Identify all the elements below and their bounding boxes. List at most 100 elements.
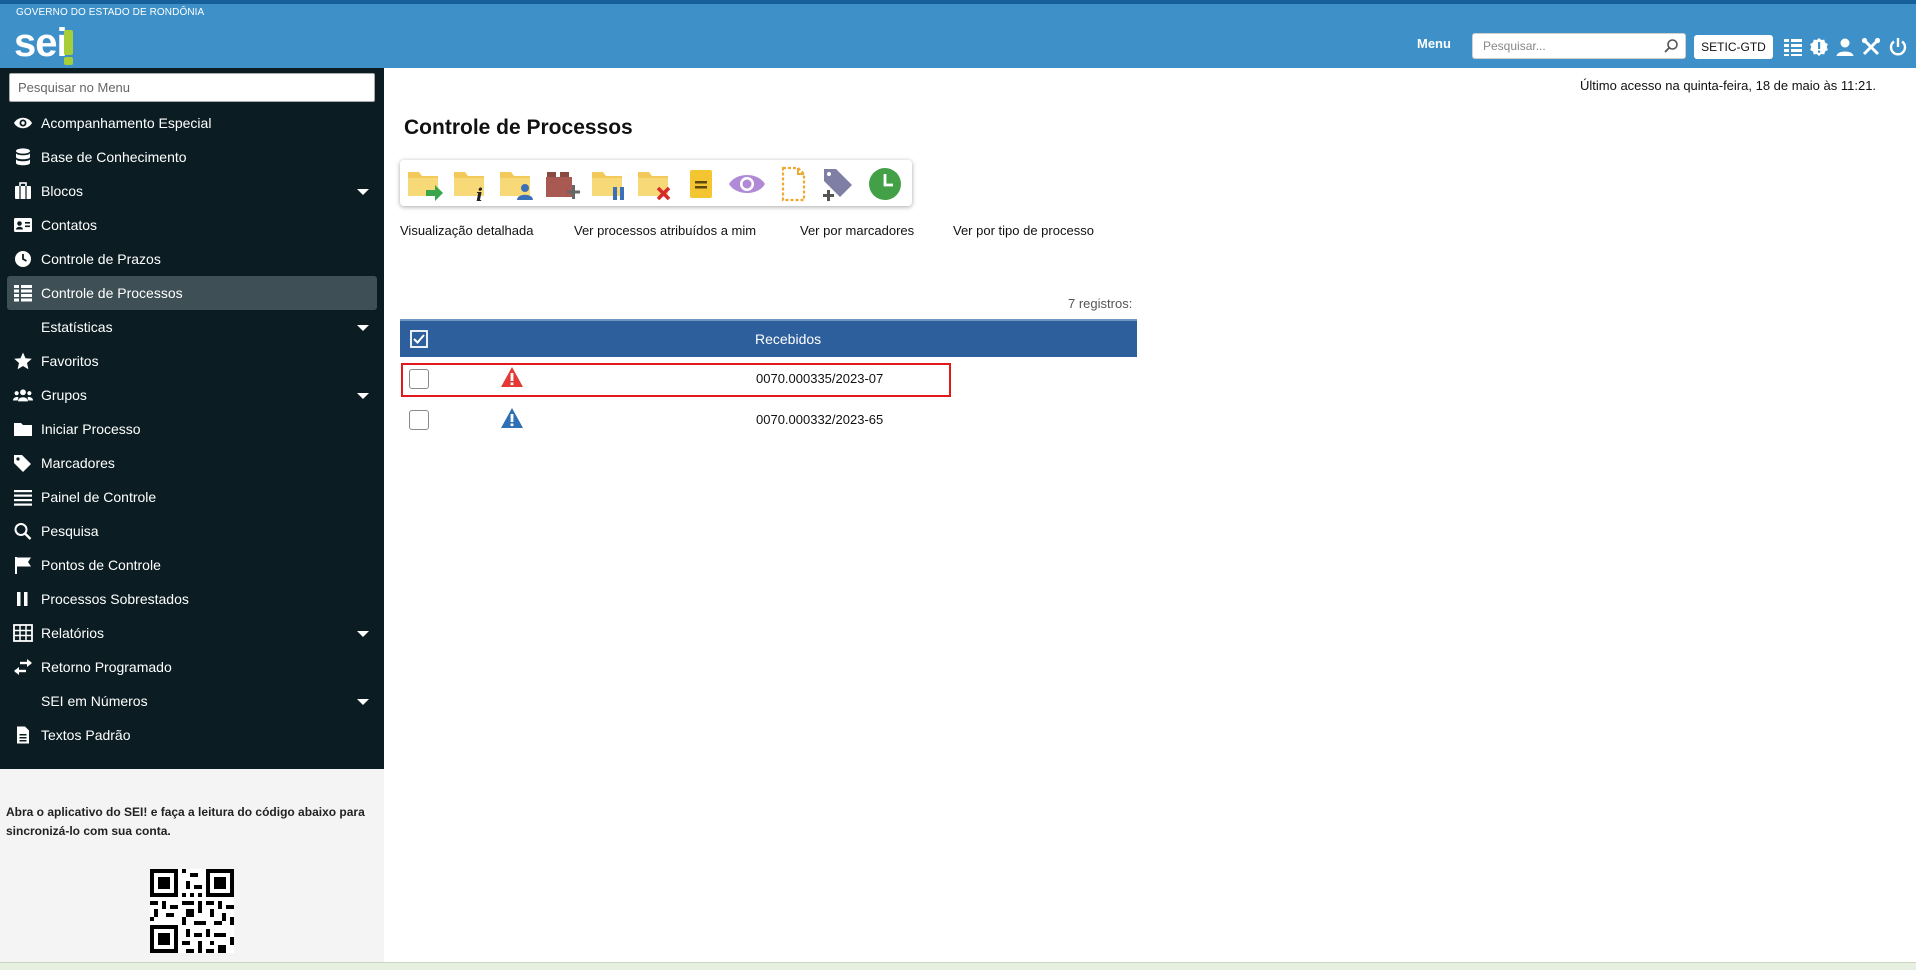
- header-search: [1472, 33, 1686, 59]
- sidebar-item-iniciar-processo[interactable]: Iniciar Processo: [7, 412, 377, 446]
- sidebar-item-label: Estatísticas: [41, 319, 113, 335]
- assigned-to-me-link[interactable]: Ver processos atribuídos a mim: [574, 223, 756, 238]
- sidebar-item-label: Textos Padrão: [41, 727, 131, 743]
- bottom-strip: [0, 962, 1916, 970]
- schedule-return-icon[interactable]: [866, 166, 904, 202]
- sidebar-menu: Acompanhamento Especial Base de Conhecim…: [7, 106, 377, 752]
- briefcase-icon: [15, 182, 31, 199]
- star-icon: [14, 352, 32, 370]
- sidebar-item-controle-de-prazos[interactable]: Controle de Prazos: [7, 242, 377, 276]
- by-markers-link[interactable]: Ver por marcadores: [800, 223, 914, 238]
- row-checkbox[interactable]: [409, 410, 429, 430]
- by-process-type-link[interactable]: Ver por tipo de processo: [953, 223, 1094, 238]
- contact-card-icon: [14, 218, 32, 232]
- sidebar-item-label: Painel de Controle: [41, 489, 157, 505]
- sidebar-item-pontos-de-controle[interactable]: Pontos de Controle: [7, 548, 377, 582]
- grid-icon[interactable]: [1783, 37, 1803, 57]
- process-info-icon[interactable]: i: [452, 166, 490, 202]
- unit-selector-button[interactable]: SETIC-GTD: [1694, 35, 1773, 59]
- search-icon: [14, 523, 32, 540]
- sidebar-item-favoritos[interactable]: Favoritos: [7, 344, 377, 378]
- assign-process-icon[interactable]: [498, 166, 536, 202]
- new-document-icon[interactable]: [774, 166, 812, 202]
- sidebar-item-label: Blocos: [41, 183, 84, 199]
- detailed-view-link[interactable]: Visualização detalhada: [400, 223, 533, 238]
- power-icon[interactable]: [1888, 37, 1908, 57]
- table-icon: [13, 624, 33, 642]
- sidebar-item-estatisticas[interactable]: Estatísticas: [7, 310, 377, 344]
- send-process-icon[interactable]: [406, 166, 444, 202]
- sidebar-item-controle-de-processos[interactable]: Controle de Processos: [7, 276, 377, 310]
- sidebar: Acompanhamento Especial Base de Conhecim…: [0, 68, 384, 769]
- menu-toggle[interactable]: Menu: [1417, 36, 1451, 51]
- sidebar-item-label: SEI em Números: [41, 693, 148, 709]
- sei-logo[interactable]: sei: [14, 21, 84, 66]
- sidebar-item-contatos[interactable]: Contatos: [7, 208, 377, 242]
- conclude-process-icon[interactable]: [636, 166, 674, 202]
- user-icon[interactable]: [1835, 37, 1855, 57]
- tools-icon[interactable]: [1861, 37, 1881, 57]
- sidebar-item-acompanhamento-especial[interactable]: Acompanhamento Especial: [7, 106, 377, 140]
- sidebar-item-grupos[interactable]: Grupos: [7, 378, 377, 412]
- app-header: GOVERNO DO ESTADO DE RONDÔNIA sei Menu S…: [0, 4, 1916, 68]
- sidebar-item-sei-em-numeros[interactable]: SEI em Números: [7, 684, 377, 718]
- government-title: GOVERNO DO ESTADO DE RONDÔNIA: [16, 7, 205, 18]
- warning-icon[interactable]: [500, 407, 524, 429]
- follow-up-icon[interactable]: [728, 166, 766, 202]
- sidebar-item-label: Controle de Processos: [41, 285, 183, 301]
- search-icon[interactable]: [1663, 38, 1679, 54]
- sidebar-item-label: Contatos: [41, 217, 98, 233]
- menu-search-input[interactable]: [10, 74, 374, 101]
- arrows-icon: [14, 659, 32, 675]
- sidebar-item-textos-padrao[interactable]: Textos Padrão: [7, 718, 377, 752]
- tag-icon: [14, 455, 31, 472]
- sidebar-item-processos-sobrestados[interactable]: Processos Sobrestados: [7, 582, 377, 616]
- suspend-process-icon[interactable]: [590, 166, 628, 202]
- add-to-block-icon[interactable]: [544, 166, 582, 202]
- add-marker-icon[interactable]: [820, 166, 858, 202]
- sidebar-item-painel-de-controle[interactable]: Painel de Controle: [7, 480, 377, 514]
- sidebar-item-base-de-conhecimento[interactable]: Base de Conhecimento: [7, 140, 377, 174]
- sidebar-item-relatorios[interactable]: Relatórios: [7, 616, 377, 650]
- sidebar-item-label: Favoritos: [41, 353, 99, 369]
- chevron-down-icon[interactable]: [357, 631, 369, 637]
- qr-code-image: [150, 869, 234, 953]
- sidebar-item-marcadores[interactable]: Marcadores: [7, 446, 377, 480]
- pause-icon: [17, 592, 28, 606]
- chevron-down-icon[interactable]: [357, 393, 369, 399]
- sidebar-item-label: Processos Sobrestados: [41, 591, 189, 607]
- sidebar-item-label: Retorno Programado: [41, 659, 172, 675]
- sidebar-item-blocos[interactable]: Blocos: [7, 174, 377, 208]
- bars-icon: [14, 490, 32, 506]
- header-search-input[interactable]: [1473, 34, 1653, 58]
- sidebar-item-label: Pontos de Controle: [41, 557, 161, 573]
- logo-text: sei: [14, 21, 68, 65]
- table-row: 0070.000332/2023-65: [400, 398, 1137, 439]
- chevron-down-icon[interactable]: [357, 189, 369, 195]
- chevron-down-icon[interactable]: [357, 325, 369, 331]
- column-header-received: Recebidos: [755, 331, 822, 347]
- logo-exclamation-dot: [64, 57, 73, 65]
- qr-sync-panel: Abra o aplicativo do SEI! e faça a leitu…: [0, 769, 384, 962]
- process-toolbar: i: [400, 160, 912, 206]
- list-icon: [14, 285, 32, 302]
- sidebar-item-pesquisa[interactable]: Pesquisa: [7, 514, 377, 548]
- document-icon: [17, 726, 29, 744]
- select-all-checkbox-icon[interactable]: [410, 330, 428, 348]
- sidebar-item-label: Marcadores: [41, 455, 115, 471]
- last-access-info: Último acesso na quinta-feira, 18 de mai…: [1580, 78, 1877, 93]
- eye-icon: [14, 117, 32, 129]
- flag-icon: [15, 557, 31, 574]
- chevron-down-icon[interactable]: [357, 699, 369, 705]
- sidebar-item-label: Iniciar Processo: [41, 421, 141, 437]
- menu-search: [9, 73, 375, 102]
- logo-exclamation: [64, 30, 73, 55]
- svg-text:i: i: [476, 185, 483, 202]
- alert-badge-icon[interactable]: [1809, 37, 1829, 57]
- database-icon: [16, 148, 30, 166]
- process-number-link[interactable]: 0070.000332/2023-65: [756, 412, 883, 427]
- sidebar-item-label: Pesquisa: [41, 523, 99, 539]
- sidebar-item-retorno-programado[interactable]: Retorno Programado: [7, 650, 377, 684]
- sidebar-item-label: Base de Conhecimento: [41, 149, 187, 165]
- annotation-icon[interactable]: [682, 166, 720, 202]
